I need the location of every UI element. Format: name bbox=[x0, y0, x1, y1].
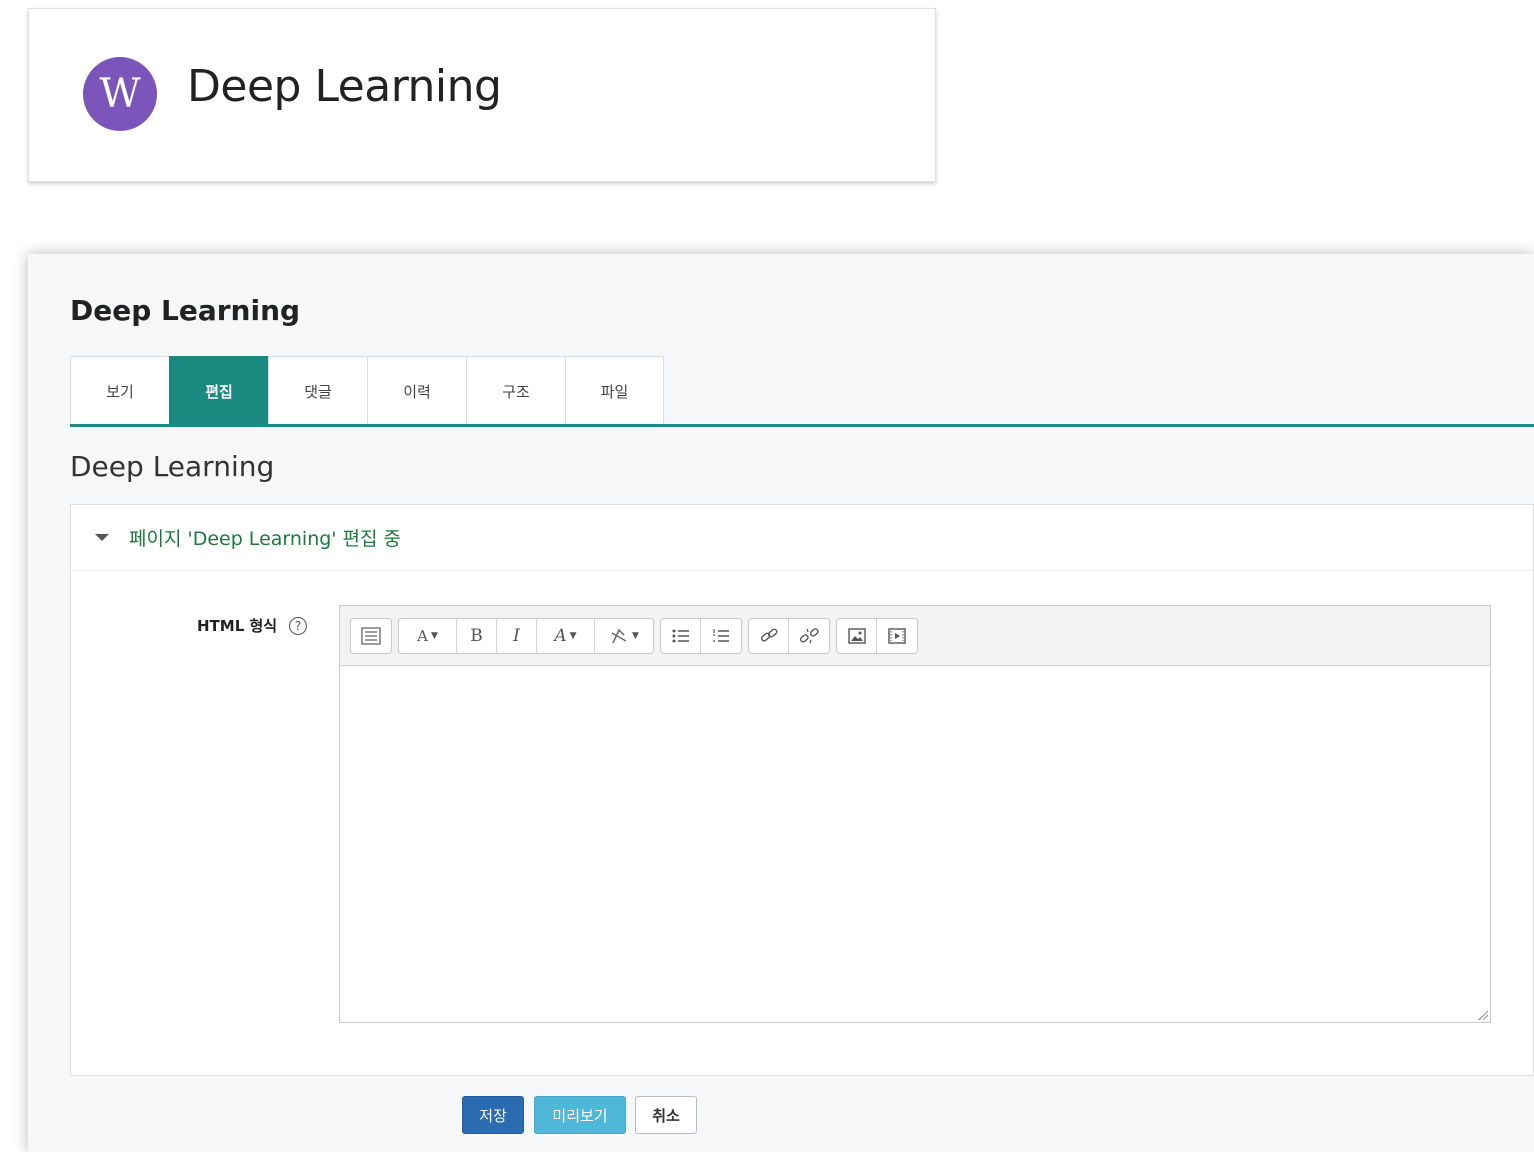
image-icon bbox=[847, 627, 866, 644]
edit-form: 페이지 'Deep Learning' 편집 중 HTML 형식 ? A ▼ B … bbox=[70, 504, 1534, 1076]
toolbar-group-collapse bbox=[350, 617, 392, 654]
insert-image-button[interactable] bbox=[837, 618, 877, 653]
link-icon bbox=[760, 628, 777, 642]
bold-icon: B bbox=[470, 625, 483, 646]
tab-history[interactable]: 이력 bbox=[367, 356, 466, 426]
unlink-button[interactable] bbox=[789, 619, 829, 653]
font-style-icon: A bbox=[417, 626, 428, 645]
italic-button[interactable]: I bbox=[497, 618, 537, 653]
bold-button[interactable]: B bbox=[457, 618, 497, 653]
tab-files[interactable]: 파일 bbox=[565, 356, 664, 426]
ordered-list-button[interactable] bbox=[701, 619, 741, 653]
toolbar-group-lists bbox=[660, 617, 742, 654]
insert-media-button[interactable] bbox=[877, 619, 917, 653]
form-section-title: 페이지 'Deep Learning' 편집 중 bbox=[129, 528, 402, 550]
html-format-label: HTML 형식 ? bbox=[197, 615, 308, 636]
unordered-list-button[interactable] bbox=[661, 618, 701, 653]
italic-icon: I bbox=[513, 625, 520, 646]
clear-format-icon bbox=[611, 628, 627, 643]
html-editor: A ▼ B I A ▼ ▼ bbox=[339, 605, 1491, 1023]
cancel-button[interactable]: 취소 bbox=[635, 1096, 697, 1134]
preview-button[interactable]: 미리보기 bbox=[534, 1096, 626, 1134]
editor-toolbar: A ▼ B I A ▼ ▼ bbox=[340, 606, 1490, 666]
tab-edit[interactable]: 편집 bbox=[169, 356, 268, 426]
resize-handle-icon[interactable] bbox=[1478, 1010, 1488, 1020]
tab-view[interactable]: 보기 bbox=[70, 356, 169, 426]
tab-comments[interactable]: 댓글 bbox=[268, 356, 367, 426]
save-button[interactable]: 저장 bbox=[462, 1096, 524, 1134]
toolbar-group-links bbox=[748, 617, 830, 654]
chevron-down-icon: ▼ bbox=[632, 630, 639, 641]
tab-underline bbox=[70, 424, 1534, 427]
toolbar-group-format: A ▼ B I A ▼ ▼ bbox=[398, 617, 654, 654]
tab-structure[interactable]: 구조 bbox=[466, 356, 565, 426]
editor-content-area[interactable] bbox=[340, 666, 1490, 1022]
bullet-list-icon bbox=[672, 629, 689, 642]
chevron-down-icon: ▼ bbox=[430, 630, 438, 641]
caret-down-icon[interactable] bbox=[95, 534, 109, 541]
font-style-button[interactable]: A ▼ bbox=[399, 618, 457, 653]
help-icon[interactable]: ? bbox=[289, 616, 308, 635]
chevron-down-icon: ▼ bbox=[569, 630, 577, 641]
field-label-text: HTML 형식 bbox=[197, 617, 278, 635]
clear-format-button[interactable]: ▼ bbox=[595, 619, 653, 653]
wiki-card: W Deep Learning bbox=[28, 8, 936, 182]
numbered-list-icon bbox=[713, 628, 729, 642]
page-title: Deep Learning bbox=[70, 294, 301, 327]
font-color-icon: A bbox=[554, 625, 567, 646]
toolbar-toggle-icon[interactable] bbox=[351, 619, 391, 653]
toolbar-group-media bbox=[836, 617, 918, 654]
link-button[interactable] bbox=[749, 618, 789, 653]
wiki-title: Deep Learning bbox=[187, 61, 502, 112]
tab-bar: 보기 편집 댓글 이력 구조 파일 bbox=[70, 356, 664, 426]
wiki-edit-panel: Deep Learning 보기 편집 댓글 이력 구조 파일 Deep Lea… bbox=[28, 254, 1534, 1152]
unlink-icon bbox=[799, 627, 819, 643]
page-heading: Deep Learning bbox=[70, 450, 275, 483]
font-color-button[interactable]: A ▼ bbox=[537, 618, 595, 653]
wiki-logo-icon: W bbox=[83, 57, 157, 131]
form-section-header[interactable]: 페이지 'Deep Learning' 편집 중 bbox=[71, 505, 1533, 571]
media-icon bbox=[888, 627, 906, 644]
